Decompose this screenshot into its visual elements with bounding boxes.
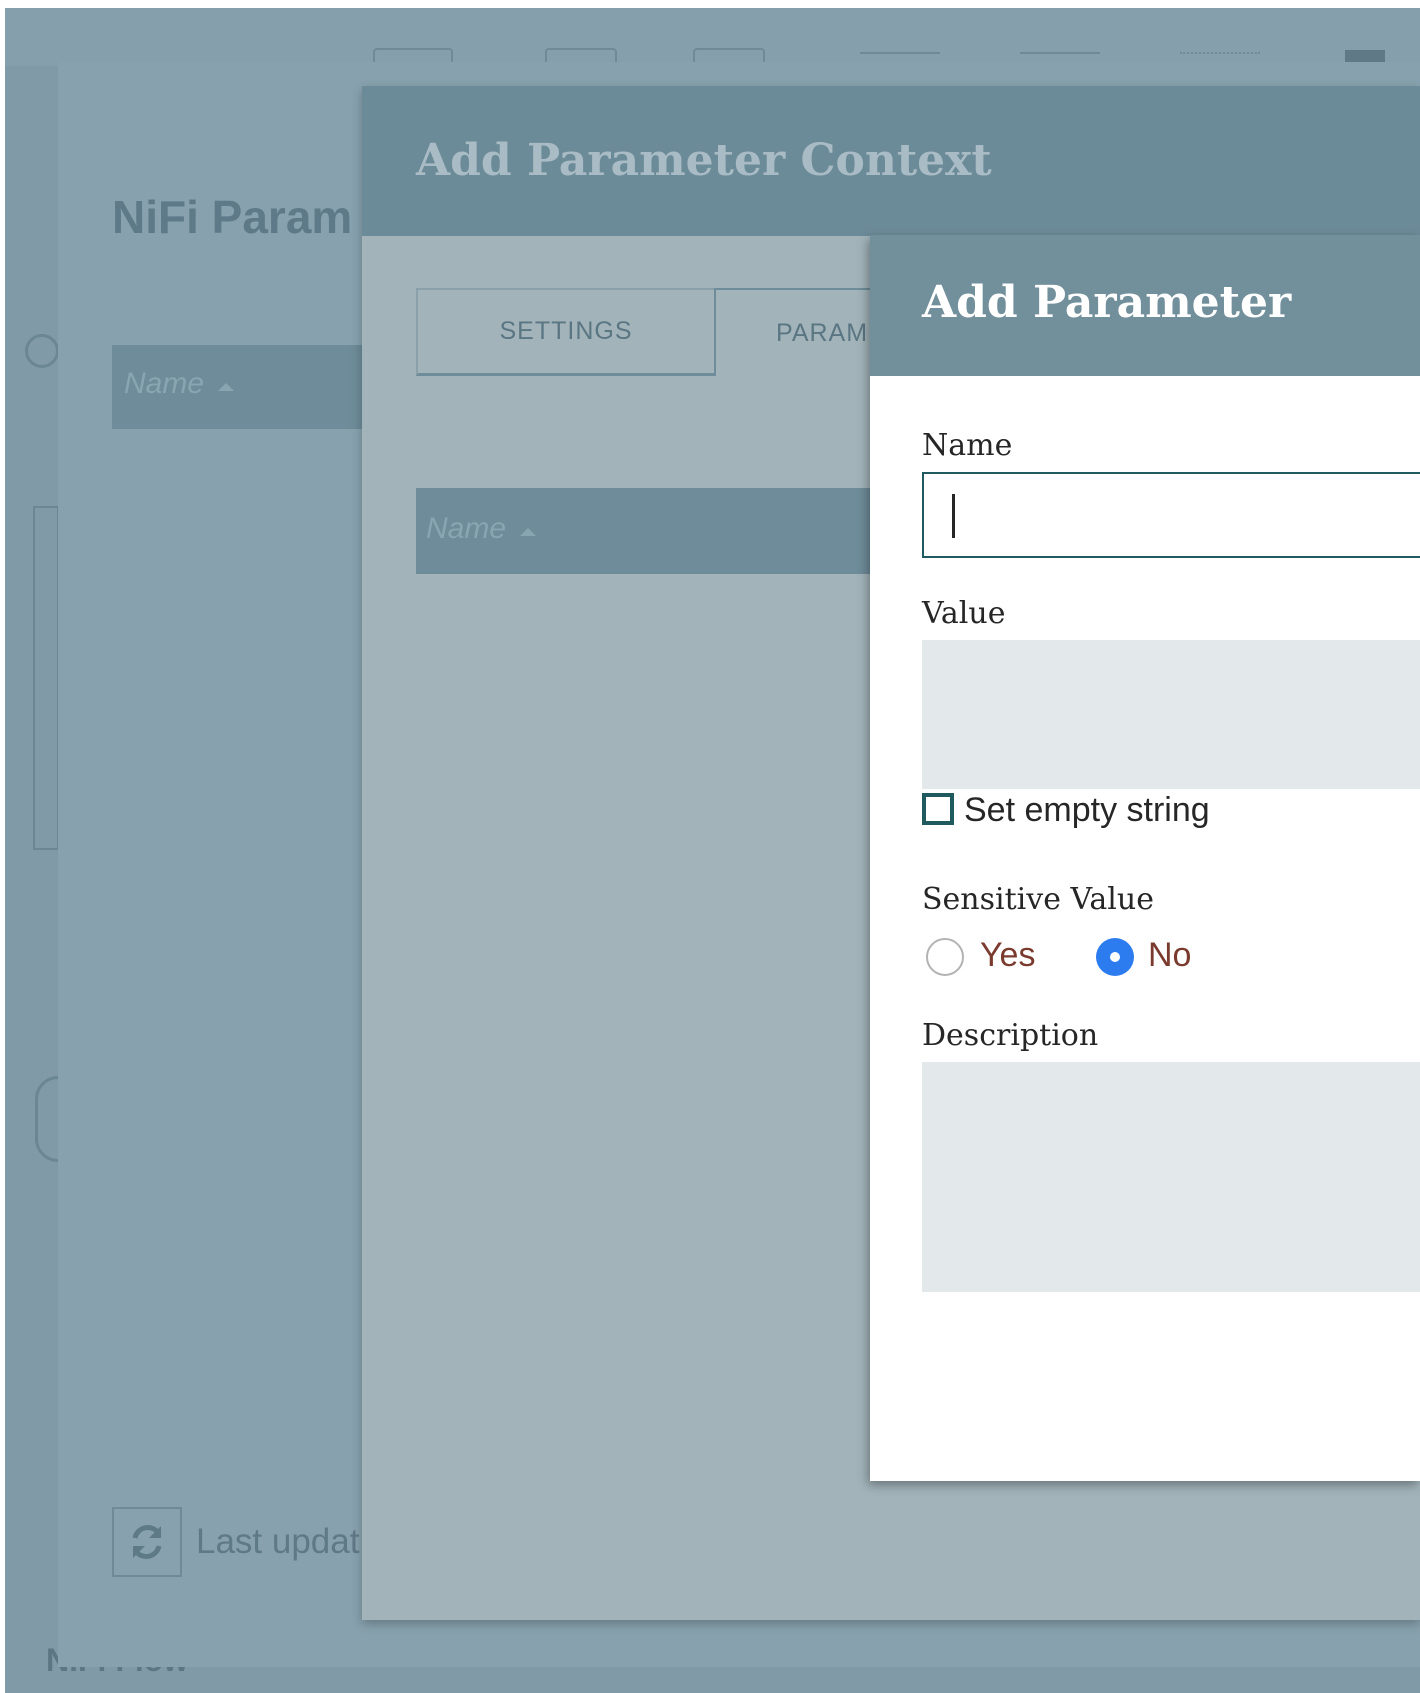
add-parameter-context-title: Add Parameter Context: [416, 135, 992, 186]
text-cursor: [952, 494, 955, 538]
sort-ascending-icon: [218, 383, 234, 391]
value-label: Value: [922, 596, 1006, 631]
sensitive-yes-radio[interactable]: [926, 938, 964, 976]
refresh-icon: [132, 1525, 162, 1559]
toolbar: [5, 8, 1420, 74]
tab-parameters[interactable]: PARAMI: [714, 288, 884, 376]
set-empty-string-checkbox[interactable]: [922, 793, 954, 825]
add-parameter-title: Add Parameter: [922, 277, 1292, 328]
screen: NiFi Flow NiFi Param Name Last updat Add…: [0, 0, 1420, 1693]
refresh-button[interactable]: [112, 1507, 182, 1577]
parameter-value-textarea[interactable]: [922, 640, 1420, 789]
add-parameter-dialog: [870, 235, 1420, 1481]
parameters-table-header: Name: [416, 488, 876, 574]
parameter-name-input[interactable]: [922, 472, 1420, 558]
column-header-name: Name: [124, 367, 205, 400]
radio-selected-dot: [1110, 952, 1120, 962]
parameter-contexts-table-header: Name: [112, 345, 372, 429]
sensitive-yes-label: Yes: [980, 936, 1036, 974]
sensitive-no-label: No: [1148, 936, 1192, 974]
tab-settings[interactable]: SETTINGS: [416, 288, 716, 376]
set-empty-string-label: Set empty string: [964, 791, 1210, 829]
navigation-sidebar: [5, 66, 81, 1661]
name-label: Name: [922, 428, 1013, 463]
last-updated-text: Last updat: [196, 1522, 360, 1561]
column-header-name: Name: [426, 512, 507, 545]
description-label: Description: [922, 1018, 1099, 1053]
parameter-description-textarea[interactable]: [922, 1062, 1420, 1292]
parameter-contexts-title: NiFi Param: [112, 191, 353, 243]
target-icon: [25, 334, 59, 368]
sensitive-value-label: Sensitive Value: [922, 882, 1154, 917]
birdseye-box: [33, 506, 59, 850]
sort-ascending-icon: [520, 528, 536, 536]
sensitive-no-radio[interactable]: [1096, 938, 1134, 976]
